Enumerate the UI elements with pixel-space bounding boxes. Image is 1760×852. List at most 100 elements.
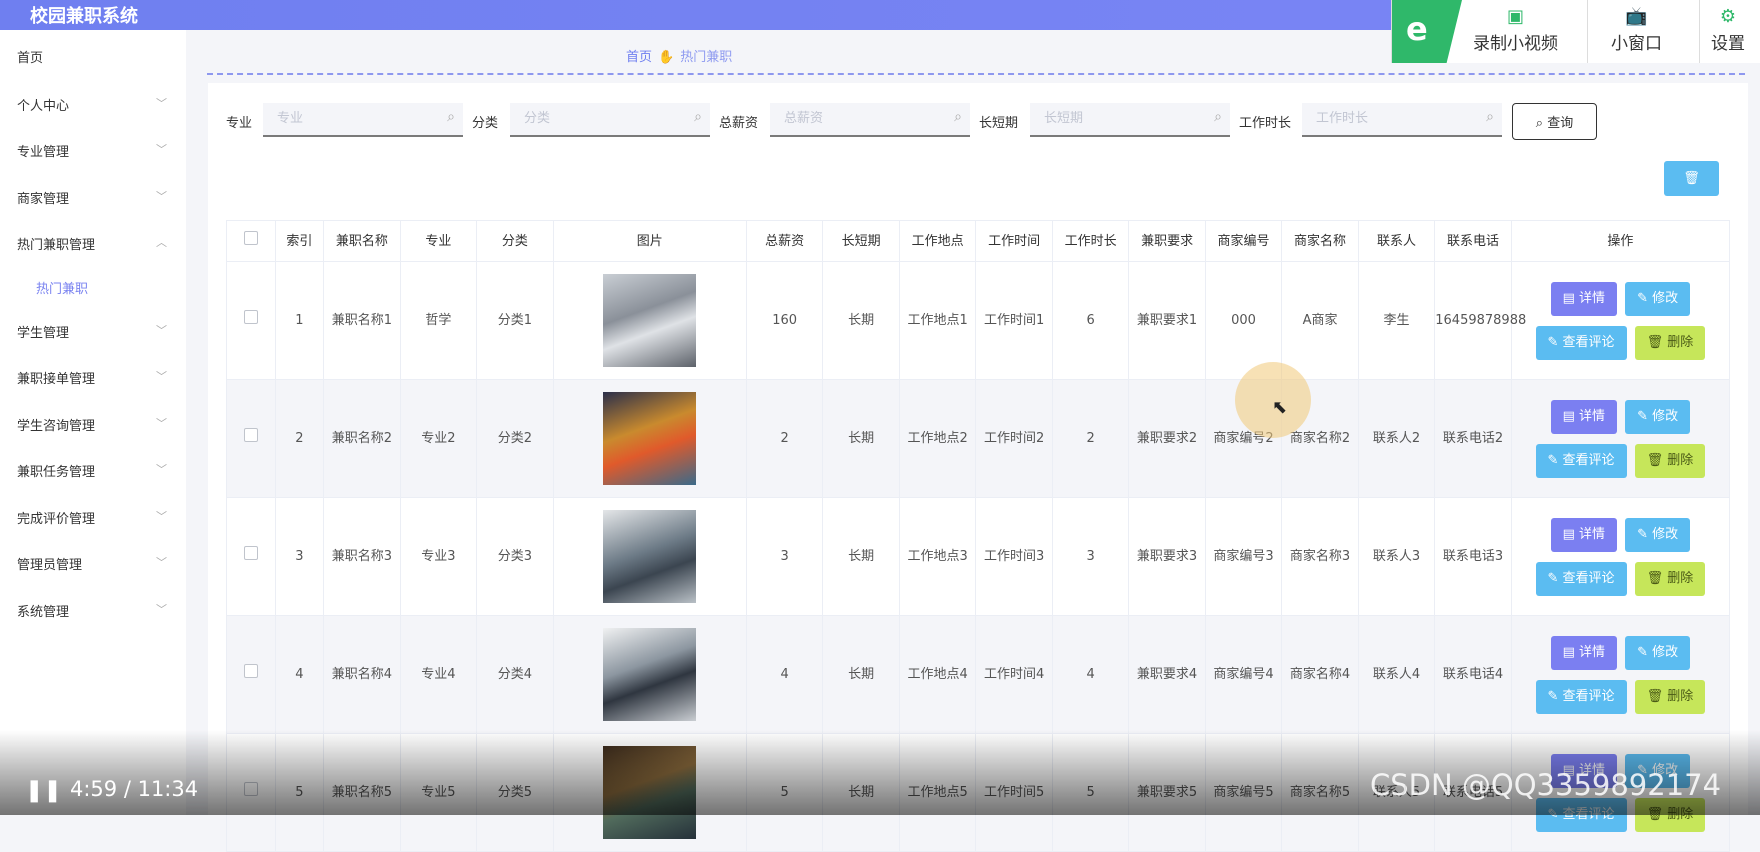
row-checkbox[interactable]: [243, 664, 258, 678]
view-reviews-button[interactable]: ✎ 查看评论: [1535, 325, 1627, 360]
filter-input[interactable]: [510, 103, 684, 133]
cell-index: 4: [274, 615, 325, 734]
column-header: 索引: [274, 220, 325, 262]
column-header: 商家名称: [1281, 220, 1359, 262]
recorder-toolbar: e ▣ 录制小视频 📺 小窗口 ⚙ 设置: [1391, 0, 1760, 63]
row-checkbox-cell: [226, 379, 276, 498]
cell-contact: 联系人4: [1357, 615, 1436, 734]
filter-input[interactable]: [1030, 103, 1204, 133]
sidebar-item[interactable]: 商家管理 ﹀: [17, 188, 167, 207]
sidebar-item[interactable]: 系统管理 ﹀: [17, 601, 167, 620]
chevron-down-icon: ﹀: [156, 603, 167, 616]
mouse-cursor-icon: ⬉: [1272, 397, 1288, 418]
cell-phone: 16459878988: [1434, 261, 1526, 380]
sidebar-item[interactable]: 管理员管理 ﹀: [17, 554, 167, 573]
sidebar-item-label: 个人中心: [17, 99, 70, 114]
delete-button[interactable]: 🗑 删除: [1634, 679, 1706, 714]
filter-input[interactable]: [770, 103, 944, 133]
edit-button[interactable]: ✎ 修改: [1625, 399, 1691, 434]
row-checkbox[interactable]: [243, 546, 258, 560]
image-cell: [552, 261, 747, 380]
divider: [1699, 0, 1700, 63]
sidebar-item-label: 学生咨询管理: [17, 419, 96, 434]
pencil-icon: ✎: [1547, 334, 1563, 350]
column-header: 工作时间: [975, 220, 1053, 262]
sidebar: 首页 个人中心 ﹀ 专业管理 ﹀ 商家管理 ﹀ 热门兼职管理 ︿ 学生管理 ﹀ 兼职接单管理 ﹀ 学生咨询…: [0, 30, 186, 815]
delete-button[interactable]: 🗑 删除: [1634, 443, 1706, 478]
search-icon: ⌕: [1214, 109, 1222, 125]
pencil-icon: ✎: [1637, 408, 1653, 424]
view-reviews-button[interactable]: ✎ 查看评论: [1535, 443, 1627, 478]
sidebar-item[interactable]: 完成评价管理 ﹀: [17, 508, 167, 527]
sidebar-item[interactable]: 学生管理 ﹀: [17, 322, 167, 341]
delete-button[interactable]: 🗑 删除: [1634, 561, 1706, 596]
delete-button-label: 删除: [1667, 570, 1694, 586]
cell-time: 工作时间3: [975, 497, 1053, 616]
sidebar-item-label: 商家管理: [17, 192, 70, 207]
settings-label: 设置: [1711, 34, 1745, 54]
sidebar-item-label: 完成评价管理: [17, 512, 96, 527]
pencil-icon: ✎: [1547, 570, 1563, 586]
cell-hours: 6: [1051, 261, 1130, 380]
sidebar-item[interactable]: 个人中心 ﹀: [17, 95, 167, 114]
cell-hours: 4: [1051, 615, 1130, 734]
detail-button[interactable]: ▤ 详情: [1550, 281, 1618, 316]
row-checkbox[interactable]: [243, 310, 258, 324]
detail-button-label: 详情: [1579, 408, 1606, 424]
record-video-label: 录制小视频: [1473, 34, 1558, 54]
record-video-button[interactable]: ▣ 录制小视频: [1473, 6, 1558, 54]
video-time: 4:59 / 11:34: [70, 777, 199, 801]
view-reviews-button[interactable]: ✎ 查看评论: [1535, 561, 1627, 596]
pause-icon[interactable]: ❚❚: [25, 778, 62, 803]
chevron-down-icon: ﹀: [156, 370, 167, 383]
sidebar-item[interactable]: 热门兼职管理 ︿: [17, 234, 167, 253]
sidebar-item[interactable]: 学生咨询管理 ﹀: [17, 415, 167, 434]
mini-window-button[interactable]: 📺 小窗口: [1611, 6, 1662, 54]
delete-button[interactable]: 🗑 删除: [1634, 325, 1706, 360]
cell-merchant_no: 商家编号4: [1204, 615, 1283, 734]
actions-cell: ▤ 详情✎ 修改 ✎ 查看评论🗑 删除: [1510, 379, 1731, 498]
breadcrumb-home[interactable]: 首页: [626, 50, 652, 65]
document-icon: ▤: [1562, 644, 1580, 660]
sidebar-item[interactable]: 兼职任务管理 ﹀: [17, 461, 167, 480]
pencil-icon: ✎: [1547, 688, 1563, 704]
column-header: 工作地点: [898, 220, 977, 262]
select-all-checkbox[interactable]: [243, 230, 258, 245]
detail-button[interactable]: ▤ 详情: [1550, 399, 1618, 434]
sidebar-item[interactable]: 专业管理 ﹀: [17, 141, 167, 160]
chevron-down-icon: ﹀: [156, 510, 167, 523]
sidebar-item[interactable]: 兼职接单管理 ﹀: [17, 368, 167, 387]
chevron-down-icon: ﹀: [156, 556, 167, 569]
job-image: [603, 392, 697, 485]
view-reviews-button[interactable]: ✎ 查看评论: [1535, 679, 1627, 714]
filter-input[interactable]: [263, 103, 437, 133]
detail-button[interactable]: ▤ 详情: [1550, 635, 1618, 670]
cell-time: 工作时间1: [975, 261, 1053, 380]
cell-major: 哲学: [399, 261, 478, 380]
batch-delete-button[interactable]: 🗑: [1664, 161, 1719, 196]
row-checkbox-cell: [226, 497, 276, 616]
column-header: 长短期: [822, 220, 900, 262]
filter-input-box: ⌕: [1302, 103, 1502, 137]
row-checkbox[interactable]: [243, 428, 258, 442]
detail-button[interactable]: ▤ 详情: [1550, 517, 1618, 552]
filter-input[interactable]: [1302, 103, 1476, 133]
edit-button[interactable]: ✎ 修改: [1625, 517, 1691, 552]
job-image: [603, 628, 697, 721]
search-icon: ⌕: [694, 109, 702, 125]
column-header: 图片: [552, 220, 747, 262]
column-header: 专业: [399, 220, 478, 262]
sidebar-item-label: 学生管理: [17, 326, 70, 341]
cell-index: 1: [274, 261, 325, 380]
edit-button[interactable]: ✎ 修改: [1625, 281, 1691, 316]
search-icon: ⌕: [1535, 116, 1544, 131]
edit-button[interactable]: ✎ 修改: [1625, 635, 1691, 670]
cell-salary: 3: [745, 497, 824, 616]
chevron-up-icon: ︿: [156, 236, 167, 249]
actions-cell: ▤ 详情✎ 修改 ✎ 查看评论🗑 删除: [1510, 497, 1731, 616]
settings-button[interactable]: ⚙ 设置: [1711, 6, 1745, 54]
sidebar-item[interactable]: 首页: [17, 47, 167, 66]
sidebar-subitem-hot-jobs[interactable]: 热门兼职: [36, 278, 88, 297]
query-button-label: 查询: [1547, 116, 1574, 131]
query-button[interactable]: ⌕ 查询: [1512, 103, 1597, 140]
